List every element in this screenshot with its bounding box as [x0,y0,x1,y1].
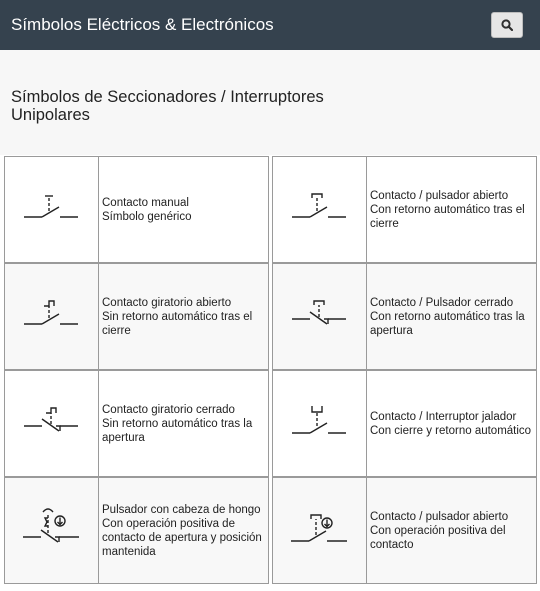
search-icon [501,19,513,31]
symbol-description: Contacto / Pulsador cerrado Con retorno … [370,296,525,337]
symbol-description: Contacto / pulsador abierto Con operació… [370,510,509,551]
rotary-contact-open-symbol-icon [23,299,78,325]
section-header: Símbolos de Seccionadores / Interruptore… [0,50,540,155]
top-bar: Símbolos Eléctricos & Electrónicos [0,0,540,50]
manual-contact-symbol-icon [23,194,78,218]
symbol-description: Contacto / Interruptor jalador Con cierr… [370,410,532,437]
symbol-cell: Contacto / pulsador abierto Con retorno … [272,156,537,263]
pull-switch-symbol-icon [291,405,346,434]
symbol-description: Pulsador con cabeza de hongo Con operaci… [102,503,262,558]
push-button-closed-symbol-icon [291,299,346,325]
symbol-description: Contacto giratorio abierto Sin retorno a… [102,296,253,337]
positive-operation-push-button-symbol-icon [290,513,347,542]
mushroom-head-button-symbol-icon [22,507,79,543]
symbol-description: Contacto manual Símbolo genérico [102,196,192,223]
search-button[interactable] [491,12,523,38]
rotary-contact-closed-symbol-icon [23,406,78,432]
symbol-cell: Contacto giratorio cerrado Sin retorno a… [4,370,269,477]
symbol-cell: Contacto / Pulsador cerrado Con retorno … [272,263,537,370]
push-button-open-symbol-icon [291,192,346,218]
symbol-cell: Contacto giratorio abierto Sin retorno a… [4,263,269,370]
symbol-description: Contacto giratorio cerrado Sin retorno a… [102,403,253,444]
symbols-table: Contacto manual Símbolo genérico Contact… [4,156,537,585]
symbol-cell: Contacto / Interruptor jalador Con cierr… [272,370,537,477]
section-title: Símbolos de Seccionadores / Interruptore… [11,88,324,124]
symbol-cell: Contacto / pulsador abierto Con operació… [272,477,537,584]
symbol-description: Contacto / pulsador abierto Con retorno … [370,189,525,230]
symbol-cell: Contacto manual Símbolo genérico [4,156,269,263]
symbol-cell: Pulsador con cabeza de hongo Con operaci… [4,477,269,584]
app-title: Símbolos Eléctricos & Electrónicos [11,15,274,34]
